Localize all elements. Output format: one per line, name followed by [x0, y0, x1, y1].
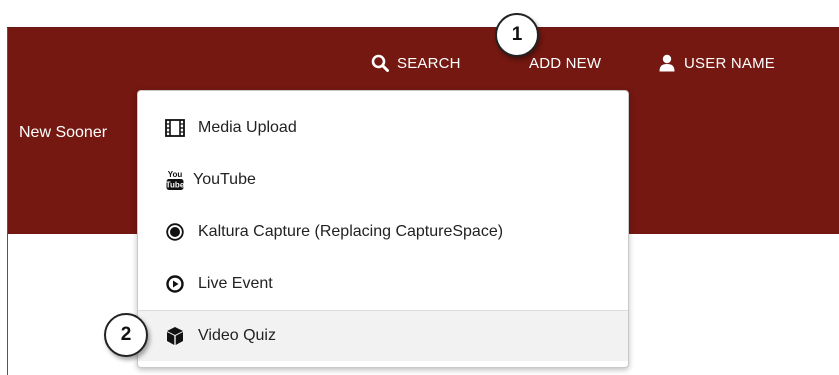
film-icon	[165, 118, 185, 138]
cube-icon	[165, 326, 185, 346]
svg-text:Tube: Tube	[166, 181, 184, 190]
search-icon	[371, 54, 389, 72]
menu-item-video-quiz[interactable]: Video Quiz	[138, 310, 628, 361]
search-button[interactable]: SEARCH	[371, 53, 461, 73]
menu-item-media-upload[interactable]: Media Upload	[138, 103, 628, 153]
menu-item-live-event[interactable]: Live Event	[138, 259, 628, 309]
user-icon	[659, 54, 675, 72]
svg-text:You: You	[168, 170, 183, 179]
menu-item-label: Video Quiz	[198, 327, 276, 344]
menu-item-youtube[interactable]: You Tube YouTube	[138, 155, 628, 205]
user-name-label: USER NAME	[684, 54, 775, 72]
play-circle-icon	[165, 274, 185, 294]
menu-item-label: Live Event	[198, 275, 273, 292]
user-menu-button[interactable]: USER NAME	[659, 53, 775, 73]
youtube-icon: You Tube	[165, 170, 185, 190]
nav-item-new-sooner[interactable]: New Sooner	[19, 124, 107, 142]
callout-step-2: 2	[104, 313, 148, 357]
menu-item-label: Kaltura Capture (Replacing CaptureSpace)	[198, 223, 504, 240]
add-new-label: ADD NEW	[529, 54, 602, 72]
callout-step-1: 1	[495, 13, 539, 57]
header-border	[7, 27, 839, 28]
menu-item-label: Media Upload	[198, 119, 297, 136]
search-label: SEARCH	[397, 54, 461, 72]
add-new-dropdown-menu: Media Upload You Tube YouTube Kaltura Ca…	[137, 90, 629, 368]
record-icon	[165, 222, 185, 242]
menu-item-label: YouTube	[193, 171, 256, 188]
menu-item-kaltura-capture[interactable]: Kaltura Capture (Replacing CaptureSpace)	[138, 207, 628, 257]
